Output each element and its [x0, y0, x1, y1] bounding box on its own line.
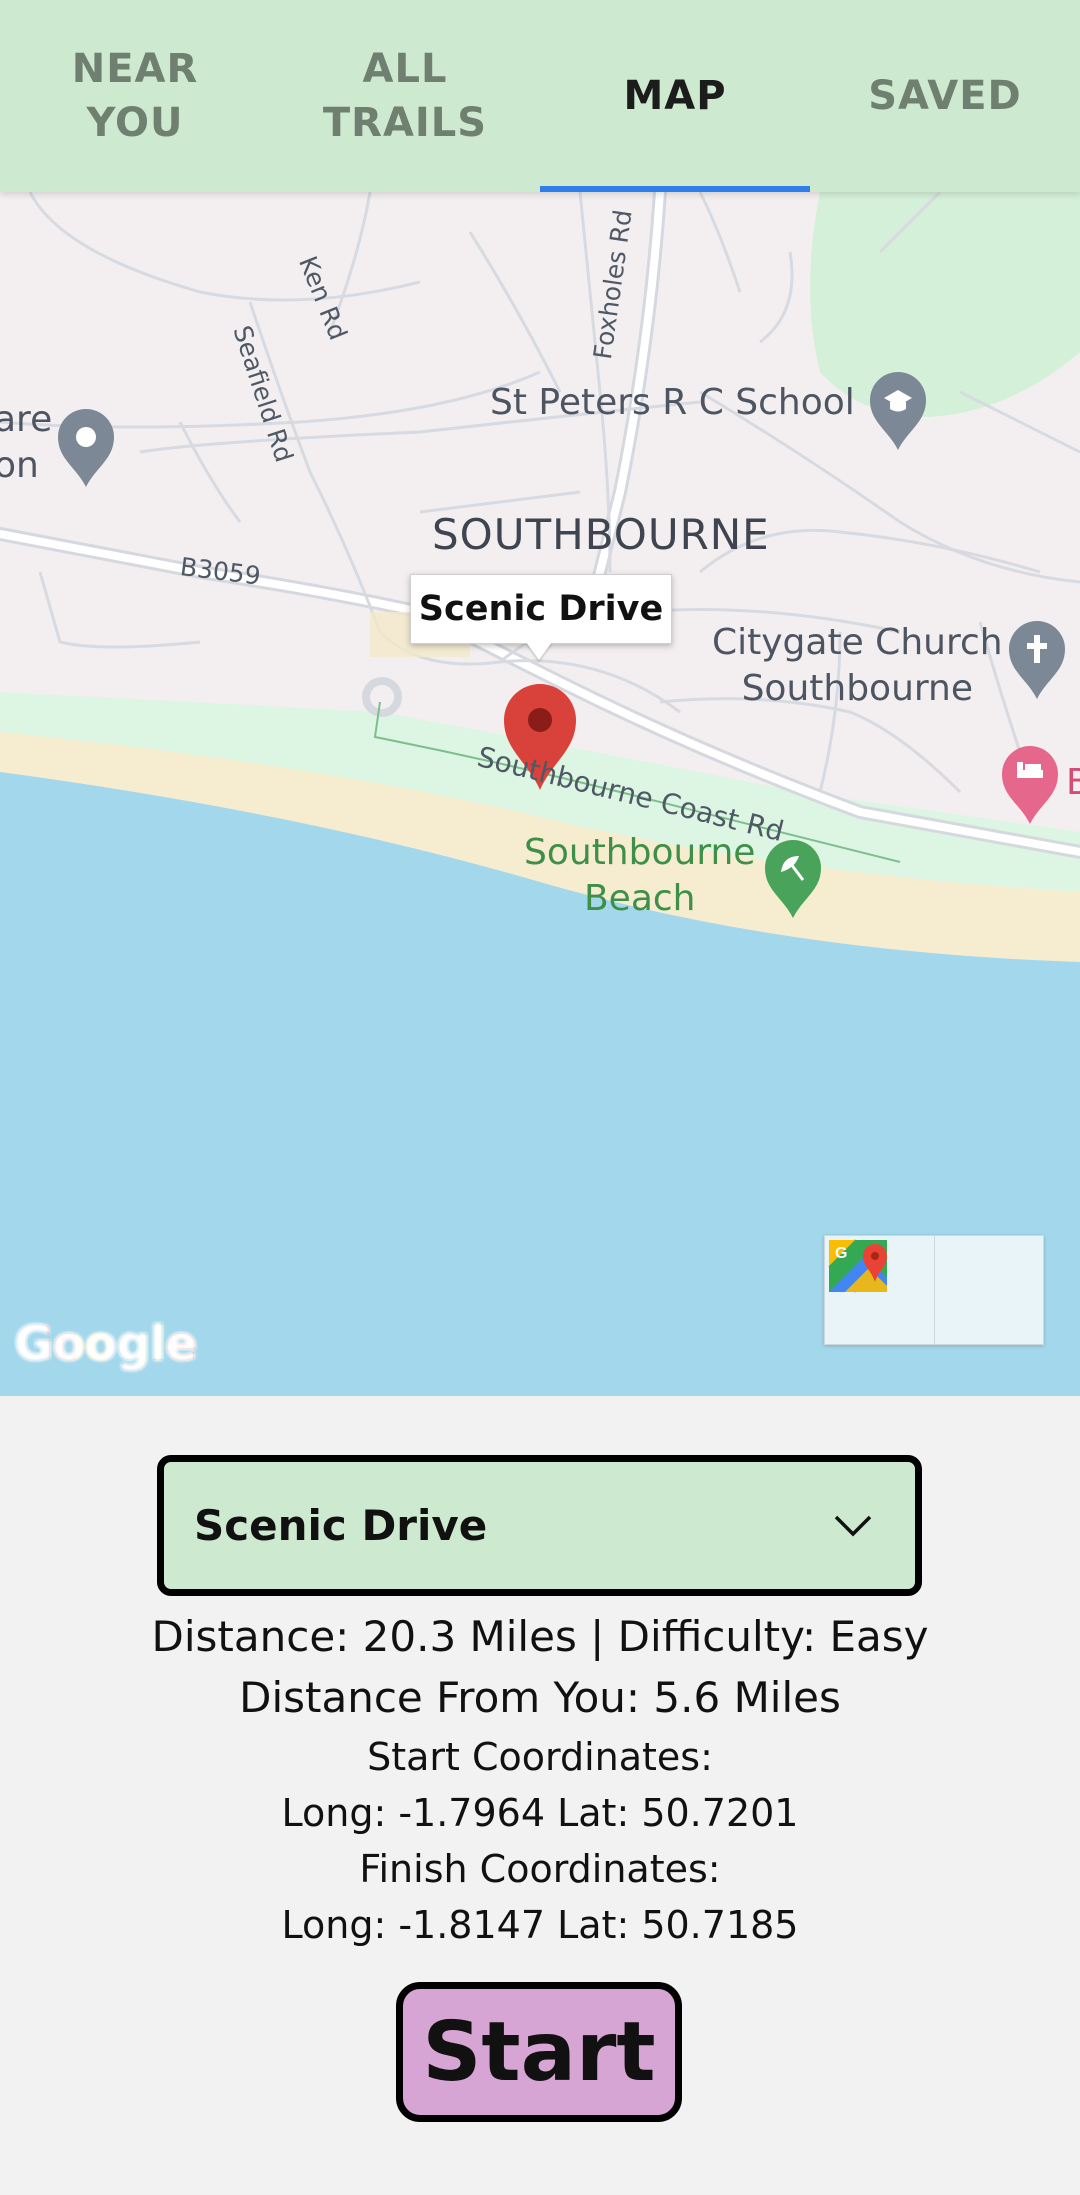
start-button[interactable]: Start	[396, 1982, 682, 2122]
route-summary: Distance: 20.3 Miles | Difficulty: Easy	[151, 1612, 929, 1661]
place-label-beach: Southbourne Beach	[524, 832, 756, 919]
place-label-district: SOUTHBOURNE	[432, 510, 770, 559]
tab-map[interactable]: MAP	[540, 0, 810, 192]
google-maps-app-icon: G	[829, 1240, 887, 1292]
google-logo: Google	[14, 1316, 198, 1372]
place-label-church: Citygate Church Southbourne	[712, 622, 1003, 709]
route-dropdown[interactable]: Scenic Drive	[157, 1455, 922, 1596]
graduation-cap-pin-icon	[870, 372, 926, 450]
marker-callout[interactable]: Scenic Drive	[410, 574, 672, 644]
tab-all-trails[interactable]: ALL TRAILS	[270, 0, 540, 192]
callout-tip	[526, 642, 552, 660]
chevron-down-icon	[834, 1515, 872, 1536]
location-pin-icon	[58, 409, 114, 487]
map-view[interactable]: Ken Rd Seafield Rd Foxholes Rd B3059 Sou…	[0, 192, 1080, 1396]
start-coordinates: Long: -1.7964 Lat: 50.7201	[281, 1791, 799, 1835]
map-base	[0, 192, 1080, 1396]
google-logo-text: Google	[14, 1316, 198, 1372]
finish-coordinates-heading: Finish Coordinates:	[359, 1847, 721, 1891]
tab-near-you[interactable]: NEAR YOU	[0, 0, 270, 192]
cross-pin-icon	[1009, 621, 1065, 699]
svg-text:G: G	[835, 1245, 847, 1262]
place-label-partial-left: are on	[0, 399, 53, 486]
place-label-partial-right: B	[1066, 762, 1080, 803]
start-coordinates-heading: Start Coordinates:	[367, 1735, 713, 1779]
place-label-school: St Peters R C School	[490, 382, 855, 423]
route-dropdown-value: Scenic Drive	[194, 1501, 488, 1550]
open-in-maps-button[interactable]: G	[829, 1236, 1044, 1344]
distance-from-you: Distance From You: 5.6 Miles	[239, 1673, 841, 1722]
tab-bar: NEAR YOU ALL TRAILS MAP SAVED	[0, 0, 1080, 192]
map-toolbar: G	[824, 1235, 1044, 1345]
finish-coordinates: Long: -1.8147 Lat: 50.7185	[281, 1903, 799, 1947]
bed-pin-icon	[1002, 746, 1058, 824]
tab-saved[interactable]: SAVED	[810, 0, 1080, 192]
